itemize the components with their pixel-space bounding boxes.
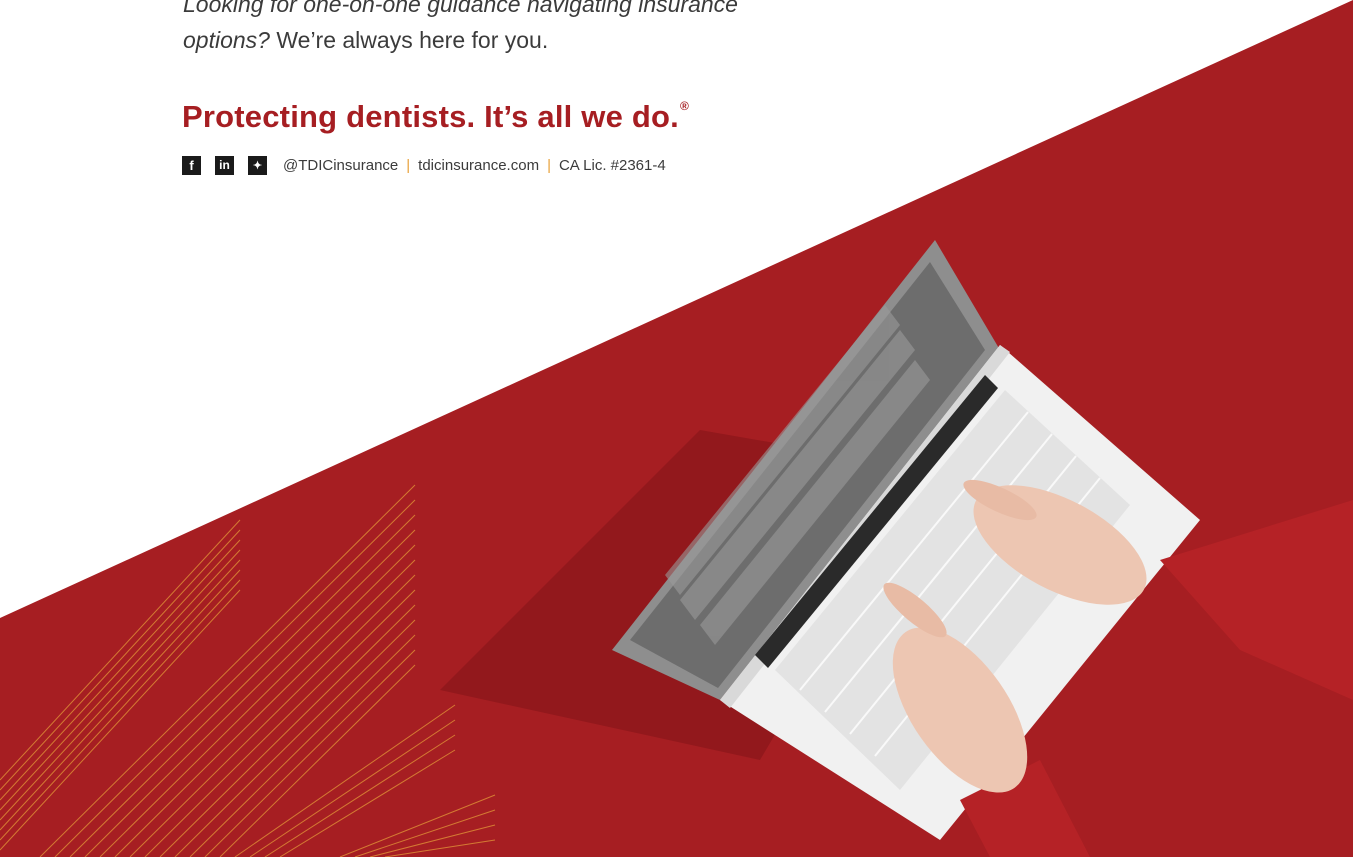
- separator: |: [406, 156, 411, 174]
- social-handle[interactable]: @TDICinsurance: [283, 157, 398, 174]
- insurance-ad-page: Looking for one-on-one guidance navigati…: [0, 0, 1353, 857]
- facebook-icon[interactable]: f: [182, 155, 201, 175]
- license-number: CA Lic. #2361-4: [558, 156, 666, 174]
- intro-line-1: Looking for one-on-one guidance navigati…: [183, 0, 738, 17]
- social-footer: f in ✦ @TDICinsurance | tdicinsurance.co…: [182, 155, 666, 175]
- intro-reassurance: We’re always here for you.: [269, 27, 549, 53]
- separator: |: [547, 156, 551, 174]
- tagline-text: Protecting dentists. It’s all we do.: [182, 99, 679, 134]
- intro-question: options?: [183, 27, 270, 53]
- linkedin-icon[interactable]: in: [215, 155, 234, 175]
- twitter-icon[interactable]: ✦: [248, 155, 267, 175]
- registered-mark: ®: [679, 98, 690, 113]
- tagline: Protecting dentists. It’s all we do.®: [182, 99, 689, 135]
- website-link[interactable]: tdicinsurance.com: [418, 157, 539, 174]
- intro-text: Looking for one-on-one guidance navigati…: [183, 0, 823, 58]
